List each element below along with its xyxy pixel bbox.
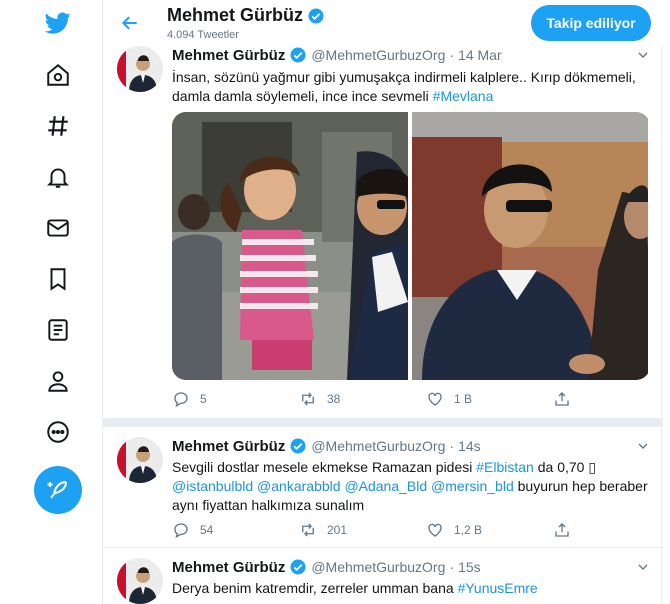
missing-glyph: ▯ <box>588 459 597 475</box>
tweet-author-handle[interactable]: @MehmetGurbuzOrg <box>311 559 445 575</box>
twitter-logo-icon[interactable] <box>40 5 76 41</box>
messages-icon[interactable] <box>40 210 76 246</box>
avatar[interactable] <box>117 558 163 604</box>
feather-plus-icon <box>47 481 67 499</box>
tweet-time[interactable]: 14s <box>458 438 481 454</box>
main-column: Mehmet Gürbüz 4.094 Tweetler Takip edili… <box>102 0 663 604</box>
tweet-body-part: Sevgili dostlar mesele ekmekse Ramazan p… <box>172 459 473 475</box>
notifications-icon[interactable] <box>40 159 76 195</box>
like-button[interactable]: 1 B <box>426 390 472 408</box>
tweet-author-name[interactable]: Mehmet Gürbüz <box>172 438 285 455</box>
tweet-author-handle[interactable]: @MehmetGurbuzOrg <box>311 438 445 454</box>
tweet-body: İnsan, sözünü yağmur gibi yumuşakça indi… <box>172 69 636 104</box>
tweet-time[interactable]: 14 Mar <box>458 47 502 63</box>
tweet-item[interactable]: Mehmet Gürbüz @MehmetGurbuzOrg · 14 Mar … <box>103 46 663 418</box>
home-icon[interactable] <box>40 57 76 93</box>
tweet-body-part: buyurun hep beraber <box>517 478 648 494</box>
mention-link[interactable]: @ankarabbld <box>257 478 341 494</box>
tweet-actions: 5 38 1 B <box>172 390 592 410</box>
tweet-actions: 54 201 1,2 B <box>172 521 592 541</box>
hashtag-link[interactable]: #Elbistan <box>476 459 534 475</box>
left-nav <box>0 0 102 604</box>
profile-name-row: Mehmet Gürbüz <box>167 5 325 26</box>
tweet-text: İnsan, sözünü yağmur gibi yumuşakça indi… <box>172 68 650 106</box>
tweet-menu-button[interactable] <box>635 559 651 575</box>
mention-link[interactable]: @mersin_bld <box>431 478 514 494</box>
share-button[interactable] <box>553 390 571 408</box>
mention-link[interactable]: @Adana_Bld <box>344 478 427 494</box>
tweet-time[interactable]: 15s <box>458 559 481 575</box>
profile-header: Mehmet Gürbüz 4.094 Tweetler Takip edili… <box>103 0 663 46</box>
media-photo-right[interactable] <box>412 112 650 380</box>
tweet-media[interactable] <box>172 112 650 380</box>
reply-button[interactable]: 5 <box>172 390 207 408</box>
tweet-author-name[interactable]: Mehmet Gürbüz <box>172 559 285 576</box>
section-divider <box>103 418 663 427</box>
explore-icon[interactable] <box>40 108 76 144</box>
tweet-header: Mehmet Gürbüz @MehmetGurbuzOrg · 14 Mar <box>172 46 502 64</box>
retweet-button[interactable]: 201 <box>299 521 347 539</box>
reply-icon <box>174 392 188 408</box>
heart-icon <box>428 392 442 406</box>
avatar[interactable] <box>117 437 163 483</box>
tweet-menu-button[interactable] <box>635 438 651 454</box>
like-count: 1 B <box>454 392 473 406</box>
like-button[interactable]: 1,2 B <box>426 521 482 539</box>
tweet-item[interactable]: Mehmet Gürbüz @MehmetGurbuzOrg · 14s Sev… <box>103 427 663 547</box>
separator-dot: · <box>449 47 455 63</box>
share-icon <box>555 392 569 406</box>
more-icon[interactable] <box>40 414 76 450</box>
tweet-body-part: da 0,70 <box>537 459 589 475</box>
retweet-icon <box>302 392 314 406</box>
tweet-text: Sevgili dostlar mesele ekmekse Ramazan p… <box>172 458 650 515</box>
hashtag-link[interactable]: #Mevlana <box>433 88 494 104</box>
retweet-count: 38 <box>327 392 341 406</box>
verified-badge-icon <box>290 559 306 575</box>
reply-button[interactable]: 54 <box>172 521 213 539</box>
back-button[interactable] <box>117 10 143 36</box>
mention-link[interactable]: @istanbulbld <box>172 478 253 494</box>
tweet-menu-button[interactable] <box>635 47 651 63</box>
tweet-author-handle[interactable]: @MehmetGurbuzOrg <box>311 47 445 63</box>
reply-count: 5 <box>200 392 207 406</box>
hashtag-link[interactable]: #YunusEmre <box>458 580 538 596</box>
reply-count: 54 <box>200 523 214 537</box>
like-count: 1,2 B <box>454 523 483 537</box>
retweet-button[interactable]: 38 <box>299 390 340 408</box>
share-button[interactable] <box>553 521 571 539</box>
separator-dot: · <box>449 438 455 454</box>
verified-badge-icon <box>290 438 306 454</box>
reply-icon <box>174 523 188 539</box>
profile-name: Mehmet Gürbüz <box>167 5 304 25</box>
media-photo-left[interactable] <box>172 112 410 380</box>
retweet-icon <box>302 523 314 537</box>
avatar[interactable] <box>117 46 163 92</box>
lists-icon[interactable] <box>40 312 76 348</box>
tweet-author-name[interactable]: Mehmet Gürbüz <box>172 47 285 64</box>
separator-dot: · <box>449 559 455 575</box>
tweet-count: 4.094 Tweetler <box>167 29 239 41</box>
tweet-header: Mehmet Gürbüz @MehmetGurbuzOrg · 15s <box>172 558 481 576</box>
arrow-left-icon <box>121 16 137 30</box>
compose-tweet-button[interactable] <box>34 466 82 514</box>
tweet-body-part: aynı fiyattan halkımıza sunalım <box>172 497 365 513</box>
chevron-down-icon <box>638 443 648 449</box>
tweet-header: Mehmet Gürbüz @MehmetGurbuzOrg · 14s <box>172 437 481 455</box>
retweet-count: 201 <box>327 523 348 537</box>
bookmarks-icon[interactable] <box>40 261 76 297</box>
tweet-body: Derya benim katremdir, zerreler umman ba… <box>172 580 454 596</box>
heart-icon <box>428 523 442 537</box>
following-button[interactable]: Takip ediliyor <box>531 5 651 41</box>
profile-icon[interactable] <box>40 363 76 399</box>
share-icon <box>555 523 569 537</box>
tweet-item[interactable]: Mehmet Gürbüz @MehmetGurbuzOrg · 15s Der… <box>103 548 663 604</box>
tweet-text: Derya benim katremdir, zerreler umman ba… <box>172 579 650 598</box>
chevron-down-icon <box>638 52 648 58</box>
verified-badge-icon <box>308 8 324 23</box>
verified-badge-icon <box>290 47 306 63</box>
chevron-down-icon <box>638 564 648 570</box>
